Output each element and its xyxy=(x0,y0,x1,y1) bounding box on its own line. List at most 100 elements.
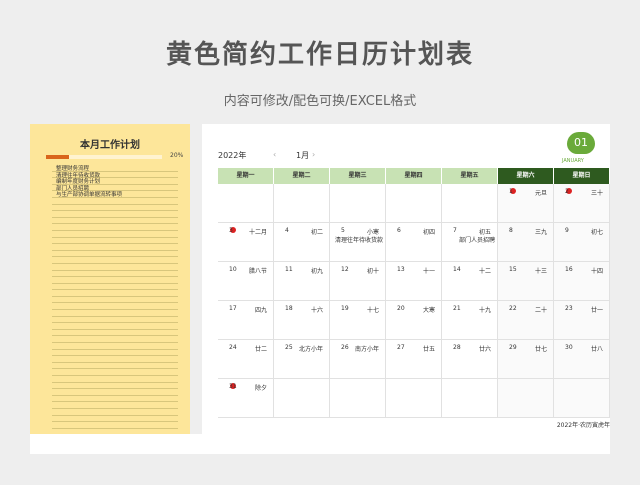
day-cell[interactable]: 24 廿二 xyxy=(218,340,274,379)
day-cell[interactable]: 28 廿六 xyxy=(442,340,498,379)
week-row: 31 除夕 xyxy=(218,379,610,418)
day-cell[interactable]: 9 初七 xyxy=(554,223,610,262)
day-cell[interactable]: 22 二十 xyxy=(498,301,554,340)
day-number: 12 xyxy=(341,266,349,273)
task-row[interactable] xyxy=(52,323,200,331)
next-month-icon[interactable]: › xyxy=(312,150,315,159)
task-row[interactable] xyxy=(52,303,200,311)
day-cell[interactable]: 29 廿七 xyxy=(498,340,554,379)
day-cell[interactable]: 12 初十 xyxy=(330,262,386,301)
lunar-date: 十六 xyxy=(310,307,323,314)
task-row[interactable] xyxy=(52,369,200,377)
week-row: 17 四九 18 十六 19 十七 20 大寒 21 十九 22 二十 23 廿一 xyxy=(218,301,610,340)
lunar-date: 廿八 xyxy=(590,346,603,353)
day-cell[interactable]: 10 腊八节 xyxy=(218,262,274,301)
day-number: 16 xyxy=(565,266,573,273)
task-row[interactable] xyxy=(52,297,200,304)
task-row[interactable] xyxy=(52,422,200,430)
day-cell[interactable]: 13 十一 xyxy=(386,262,442,301)
day-number: 19 xyxy=(341,305,349,312)
day-cell[interactable] xyxy=(554,379,610,418)
day-cell[interactable] xyxy=(330,184,386,223)
lunar-date: 十九 xyxy=(478,307,491,314)
task-row[interactable] xyxy=(52,205,200,212)
day-cell[interactable]: 17 四九 xyxy=(218,301,274,340)
weekday-header: 星期一 星期二 星期三 星期四 星期五 星期六 星期日 xyxy=(218,168,610,184)
day-cell[interactable] xyxy=(330,379,386,418)
task-row[interactable] xyxy=(52,290,200,298)
day-cell[interactable]: 31 除夕 xyxy=(218,379,274,418)
lunar-date: 初四 xyxy=(422,229,435,236)
day-cell[interactable] xyxy=(274,184,330,223)
day-cell[interactable]: 21 十九 xyxy=(442,301,498,340)
day-cell[interactable]: 1 元旦 xyxy=(498,184,554,223)
task-row[interactable] xyxy=(52,416,200,423)
task-row[interactable] xyxy=(52,343,200,351)
day-event: 部门人员招聘 xyxy=(458,237,495,244)
day-cell[interactable] xyxy=(442,184,498,223)
task-row[interactable] xyxy=(52,356,200,364)
day-cell[interactable]: 20 大寒 xyxy=(386,301,442,340)
task-row[interactable] xyxy=(52,211,200,219)
lunar-date: 初十 xyxy=(366,268,379,275)
task-row[interactable] xyxy=(52,336,200,344)
task-row[interactable] xyxy=(52,389,200,397)
lunar-date: 廿七 xyxy=(534,346,547,353)
day-cell[interactable]: 15 十三 xyxy=(498,262,554,301)
day-cell[interactable]: 5 小寒 清理往年待收货款 xyxy=(330,223,386,262)
day-cell[interactable]: 6 初四 xyxy=(386,223,442,262)
task-row[interactable] xyxy=(52,402,200,410)
lunar-date: 大寒 xyxy=(422,307,435,314)
day-cell[interactable] xyxy=(442,379,498,418)
task-row[interactable] xyxy=(52,244,200,252)
year-label[interactable]: 2022年 xyxy=(218,150,246,161)
task-row[interactable] xyxy=(52,284,200,291)
day-cell[interactable] xyxy=(386,184,442,223)
month-label[interactable]: 1月 xyxy=(296,150,309,161)
task-row[interactable] xyxy=(52,224,200,232)
day-cell[interactable]: 8 三九 xyxy=(498,223,554,262)
day-cell[interactable]: 4 初二 xyxy=(274,223,330,262)
day-cell[interactable]: 30 廿八 xyxy=(554,340,610,379)
day-cell[interactable]: 25 北方小年 xyxy=(274,340,330,379)
day-cell[interactable]: 3 十二月 xyxy=(218,223,274,262)
day-cell[interactable]: 7 初五 部门人员招聘 xyxy=(442,223,498,262)
task-row[interactable] xyxy=(52,218,200,225)
day-cell[interactable]: 2 三十 xyxy=(554,184,610,223)
task-row[interactable] xyxy=(52,350,200,357)
day-cell[interactable]: 14 十二 xyxy=(442,262,498,301)
task-row[interactable] xyxy=(52,251,200,258)
task-row[interactable] xyxy=(52,396,200,403)
task-row[interactable] xyxy=(52,363,200,370)
day-event: 清理往年待收货款 xyxy=(334,237,383,244)
day-cell[interactable]: 27 廿五 xyxy=(386,340,442,379)
task-row[interactable] xyxy=(52,271,200,278)
lunar-date: 十七 xyxy=(366,307,379,314)
task-row[interactable] xyxy=(52,409,200,416)
day-cell[interactable] xyxy=(274,379,330,418)
day-cell[interactable]: 11 初九 xyxy=(274,262,330,301)
day-cell[interactable]: 19 十七 xyxy=(330,301,386,340)
day-cell[interactable] xyxy=(386,379,442,418)
task-list: 整理财务流程 清理往年待收货款 编制年度财务计划 部门人员招聘 与生产部协调单据流转事项 xyxy=(52,165,200,430)
task-row[interactable] xyxy=(52,277,200,285)
task-row[interactable] xyxy=(52,330,200,337)
day-cell[interactable]: 26 南方小年 xyxy=(330,340,386,379)
prev-month-icon[interactable]: ‹ xyxy=(273,150,276,159)
task-row[interactable] xyxy=(52,198,200,205)
task-row[interactable]: 与生产部协调单据流转事项 xyxy=(52,191,200,199)
task-row[interactable] xyxy=(52,317,200,324)
task-row[interactable] xyxy=(52,238,200,245)
day-cell[interactable]: 16 十四 xyxy=(554,262,610,301)
task-row[interactable] xyxy=(52,231,200,238)
day-cell[interactable]: 18 十六 xyxy=(274,301,330,340)
day-cell[interactable] xyxy=(218,184,274,223)
day-cell[interactable]: 23 廿一 xyxy=(554,301,610,340)
task-row[interactable] xyxy=(52,264,200,271)
task-row[interactable] xyxy=(52,376,200,383)
day-number: 24 xyxy=(229,344,237,351)
task-row[interactable] xyxy=(52,310,200,318)
day-cell[interactable] xyxy=(498,379,554,418)
task-row[interactable] xyxy=(52,257,200,265)
task-row[interactable] xyxy=(52,383,200,390)
